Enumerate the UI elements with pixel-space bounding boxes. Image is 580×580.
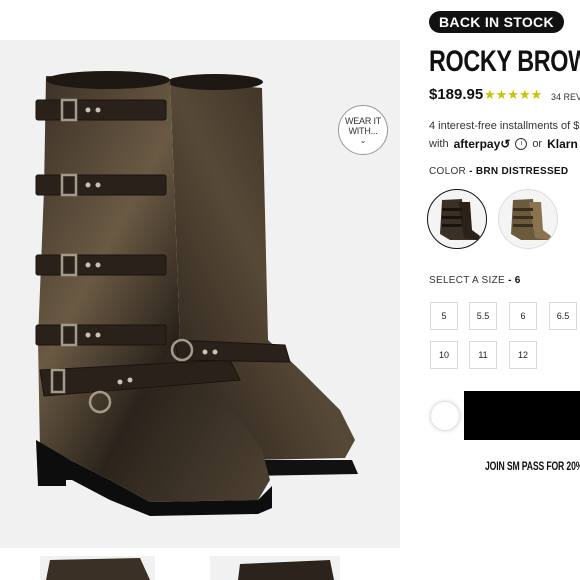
- wear-it-with-line2: WITH...: [348, 125, 378, 136]
- selected-color-name: BRN DISTRESSED: [475, 166, 569, 177]
- review-count-link[interactable]: 34 REV: [551, 92, 580, 102]
- size-option[interactable]: 10: [430, 341, 458, 369]
- or-text: or: [532, 138, 543, 150]
- product-price: $189.95: [429, 86, 484, 103]
- afterpay-arrows-icon: ↺: [500, 137, 511, 151]
- info-icon[interactable]: i: [515, 138, 528, 150]
- size-option[interactable]: 5.5: [469, 302, 497, 330]
- wear-it-with-line1: WEAR IT: [344, 115, 382, 126]
- color-label-text: COLOR: [429, 166, 467, 177]
- color-separator: -: [466, 166, 476, 177]
- thumbnail-strip: [0, 548, 400, 580]
- installments-text: 4 interest-free installments of $: [429, 120, 580, 132]
- with-text: with: [429, 138, 449, 150]
- sm-pass-promo-link[interactable]: JOIN SM PASS FOR 20% O: [485, 459, 580, 473]
- favorite-toggle[interactable]: [430, 401, 460, 431]
- boot-product-image[interactable]: [0, 40, 400, 552]
- size-option[interactable]: 6.5: [549, 302, 577, 330]
- size-option[interactable]: 12: [509, 341, 537, 369]
- klarna-logo: Klarn: [547, 137, 578, 151]
- afterpay-logo: afterpay↺: [454, 137, 511, 151]
- thumbnail-1[interactable]: [40, 556, 155, 580]
- afterpay-logo-text: afterpay: [453, 137, 501, 151]
- product-title: ROCKY BROWN: [429, 45, 580, 78]
- color-label: COLOR - BRN DISTRESSED: [429, 166, 568, 177]
- size-option[interactable]: 6: [509, 302, 537, 330]
- size-label-text: SELECT A SIZE: [429, 275, 505, 286]
- size-label: SELECT A SIZE - 6: [429, 275, 521, 286]
- add-to-bag-button[interactable]: [464, 391, 580, 440]
- wear-it-with-button[interactable]: WEAR IT WITH... ⌄: [338, 105, 388, 155]
- thumbnail-2[interactable]: [210, 556, 340, 580]
- size-option[interactable]: 11: [469, 341, 497, 369]
- color-swatch-brn-distressed[interactable]: [427, 189, 487, 249]
- size-option[interactable]: 5: [430, 302, 458, 330]
- selected-size: 6: [514, 275, 521, 286]
- back-in-stock-badge: BACK IN STOCK: [429, 11, 564, 33]
- payment-options: with afterpay↺ i or Klarn: [429, 137, 578, 151]
- product-image-gallery[interactable]: WEAR IT WITH... ⌄: [0, 40, 400, 580]
- size-separator: -: [504, 275, 515, 286]
- color-swatch-alternate[interactable]: [498, 189, 558, 249]
- chevron-down-icon: ⌄: [359, 135, 367, 145]
- rating-stars[interactable]: ★★★★★: [484, 87, 542, 103]
